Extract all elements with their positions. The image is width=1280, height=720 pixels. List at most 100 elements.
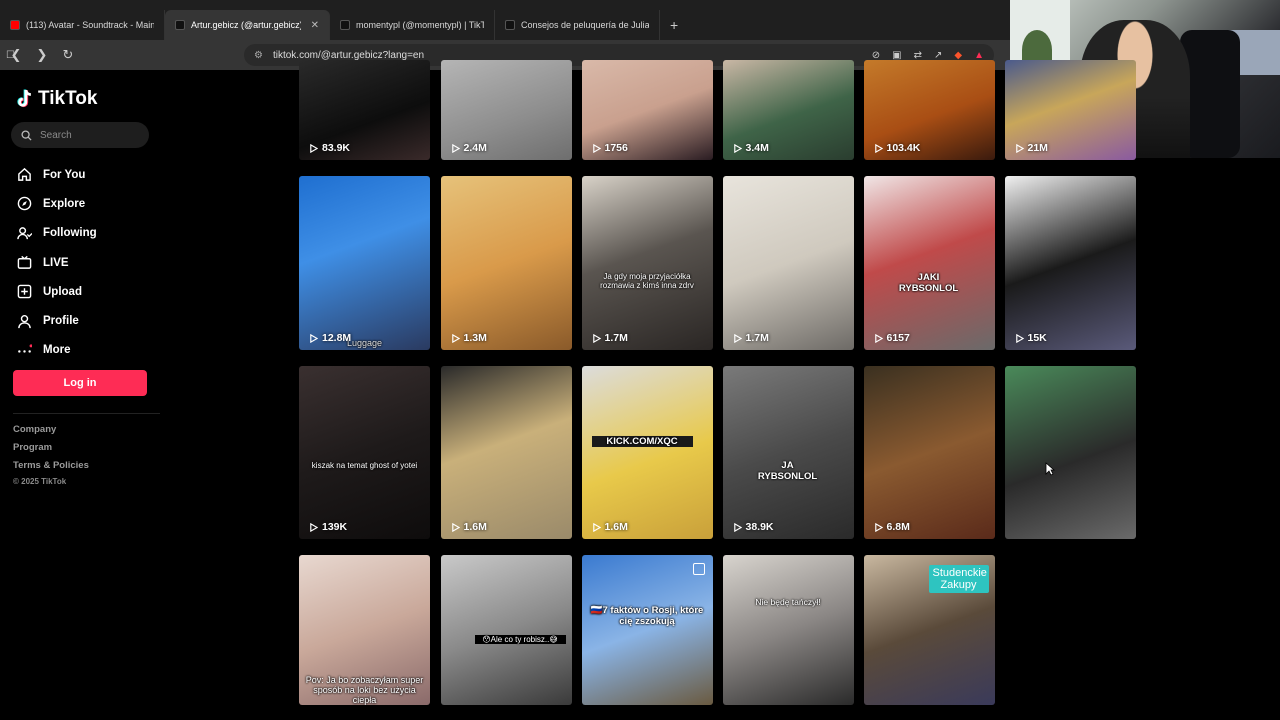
- view-count-text: 3.4M: [745, 142, 769, 154]
- view-count-text: 1.7M: [745, 332, 769, 344]
- footer-link-company[interactable]: Company: [13, 424, 89, 442]
- mouse-cursor-icon: [1045, 462, 1056, 476]
- home-icon: [16, 167, 32, 183]
- main-nav: For You Explore Following LIVE Upload Profile…: [16, 160, 156, 365]
- video-card[interactable]: 6.8M: [863, 366, 995, 539]
- footer-link-program[interactable]: Program: [13, 442, 89, 460]
- bookmark-icon[interactable]: ☐: [6, 50, 15, 61]
- play-icon: [451, 143, 460, 153]
- share-icon[interactable]: ↗: [934, 50, 942, 61]
- view-count: 6157: [874, 332, 910, 344]
- translate-icon[interactable]: ⇄: [914, 50, 922, 61]
- video-card[interactable]: 15K: [1004, 176, 1136, 350]
- video-card[interactable]: 1.6M: [440, 366, 572, 539]
- video-card[interactable]: JA RYBSONLOL 38.9K: [722, 366, 854, 539]
- video-card[interactable]: KICK.COM/XQC 1.6M: [581, 366, 713, 539]
- tab-favicon-icon: [340, 20, 350, 30]
- browser-tab[interactable]: Artur.gebicz (@artur.gebicz) | Tik ✕: [165, 10, 330, 40]
- tab-label: Artur.gebicz (@artur.gebicz) | Tik: [191, 20, 301, 30]
- rewards-icon[interactable]: ▲: [974, 50, 984, 61]
- view-count: 15K: [1015, 332, 1047, 344]
- nav-item-upload[interactable]: Upload: [16, 277, 156, 306]
- play-icon: [1015, 333, 1024, 343]
- reload-icon[interactable]: ↻: [60, 47, 76, 63]
- view-count: 1.3M: [451, 332, 487, 344]
- video-card[interactable]: JAKI RYBSONLOL 6157: [863, 176, 995, 350]
- nav-item-label: LIVE: [43, 256, 69, 269]
- view-count-text: 2.4M: [463, 142, 487, 154]
- view-count: 1.7M: [733, 332, 769, 344]
- view-count: 103.4K: [874, 142, 920, 154]
- logo-text: TikTok: [38, 88, 98, 109]
- video-card[interactable]: 1.7M: [722, 176, 854, 350]
- video-card[interactable]: 83.9K: [299, 60, 430, 160]
- video-caption-overlay: JAKI RYBSONLOL: [898, 272, 959, 294]
- footer-link-terms[interactable]: Terms & Policies: [13, 460, 89, 478]
- sidebar: TikTok For You Explore Following LIVE Upload…: [0, 70, 160, 720]
- video-card[interactable]: 🇷🇺7 faktów o Rosji, które cię zszokują: [581, 555, 713, 705]
- view-count-text: 1.3M: [463, 332, 487, 344]
- browser-tab[interactable]: Consejos de peluquería de Julia Zugo: [495, 10, 660, 40]
- search-input[interactable]: [40, 129, 130, 141]
- search-icon: [21, 129, 32, 141]
- view-count: 1756: [592, 142, 628, 154]
- more-icon: [16, 342, 32, 358]
- view-count-text: 15K: [1027, 332, 1047, 344]
- tab-label: momentypl (@momentypl) | TikTok: [356, 20, 484, 30]
- tab-label: Consejos de peluquería de Julia Zugo: [521, 20, 649, 30]
- login-button[interactable]: Log in: [13, 370, 147, 396]
- cast-icon[interactable]: ▣: [892, 50, 901, 61]
- video-card[interactable]: Studenckie Zakupy: [863, 555, 995, 705]
- nav-item-profile[interactable]: Profile: [16, 306, 156, 335]
- view-count: 1.6M: [592, 521, 628, 533]
- video-caption-overlay: Pov: Ja bo zobaczyłam super sposób na lo…: [305, 675, 424, 705]
- video-card[interactable]: 103.4K: [863, 60, 995, 160]
- tab-close-icon[interactable]: ✕: [311, 20, 319, 31]
- view-count-text: 83.9K: [322, 142, 351, 154]
- play-icon: [733, 333, 742, 343]
- new-tab-button[interactable]: +: [660, 10, 688, 40]
- video-card[interactable]: 3.4M: [722, 60, 854, 160]
- no-tracking-icon[interactable]: ⊘: [872, 50, 880, 61]
- url-text[interactable]: tiktok.com/@artur.gebicz?lang=en: [273, 50, 424, 61]
- tab-favicon-icon: [175, 20, 185, 30]
- play-icon: [592, 143, 601, 153]
- view-count-text: 12.8M: [322, 332, 352, 344]
- play-icon: [874, 143, 883, 153]
- browser-tab[interactable]: (113) Avatar - Soundtrack - Main the: [0, 10, 165, 40]
- browser-tab[interactable]: momentypl (@momentypl) | TikTok: [330, 10, 495, 40]
- video-card[interactable]: kiszak na temat ghost of yotei 139K: [299, 366, 430, 539]
- view-count-text: 6.8M: [886, 521, 910, 533]
- tiktok-logo[interactable]: TikTok: [16, 88, 97, 110]
- nav-item-label: For You: [43, 168, 86, 181]
- video-card[interactable]: Ja gdy moja przyjaciółka rozmawia z kimś…: [581, 176, 713, 350]
- nav-item-explore[interactable]: Explore: [16, 189, 156, 218]
- nav-item-live[interactable]: LIVE: [16, 248, 156, 277]
- view-count-text: 139K: [322, 521, 348, 533]
- search-box[interactable]: [11, 122, 149, 148]
- view-count: 1.6M: [451, 521, 487, 533]
- video-card[interactable]: Pov: Ja bo zobaczyłam super sposób na lo…: [299, 555, 430, 705]
- video-card[interactable]: 😯Ale co ty robisz..😅: [440, 555, 572, 705]
- brave-shield-icon[interactable]: ◆: [954, 50, 962, 61]
- view-count: 38.9K: [733, 521, 774, 533]
- live-icon: [16, 255, 32, 271]
- nav-item-following[interactable]: Following: [16, 219, 156, 248]
- play-icon: [451, 333, 460, 343]
- video-caption-overlay: JA RYBSONLOL: [757, 460, 818, 482]
- play-icon: [451, 522, 460, 532]
- video-card[interactable]: Luggage 12.8M: [299, 176, 430, 350]
- video-card[interactable]: 1756: [581, 60, 713, 160]
- site-info-icon[interactable]: ⚙: [254, 50, 263, 61]
- video-card[interactable]: Nie będę tańczył!: [722, 555, 854, 705]
- view-count-text: 1756: [604, 142, 628, 154]
- video-caption-overlay: kiszak na temat ghost of yotei: [311, 461, 418, 471]
- nav-item-more[interactable]: More: [16, 336, 156, 365]
- video-card[interactable]: 21M: [1004, 60, 1136, 160]
- video-caption-overlay: Nie będę tańczył!: [755, 597, 821, 607]
- video-card[interactable]: 2.4M: [440, 60, 572, 160]
- forward-icon[interactable]: ❯: [34, 47, 50, 63]
- nav-item-for-you[interactable]: For You: [16, 160, 156, 189]
- video-card[interactable]: [1004, 366, 1136, 539]
- video-card[interactable]: 1.3M: [440, 176, 572, 350]
